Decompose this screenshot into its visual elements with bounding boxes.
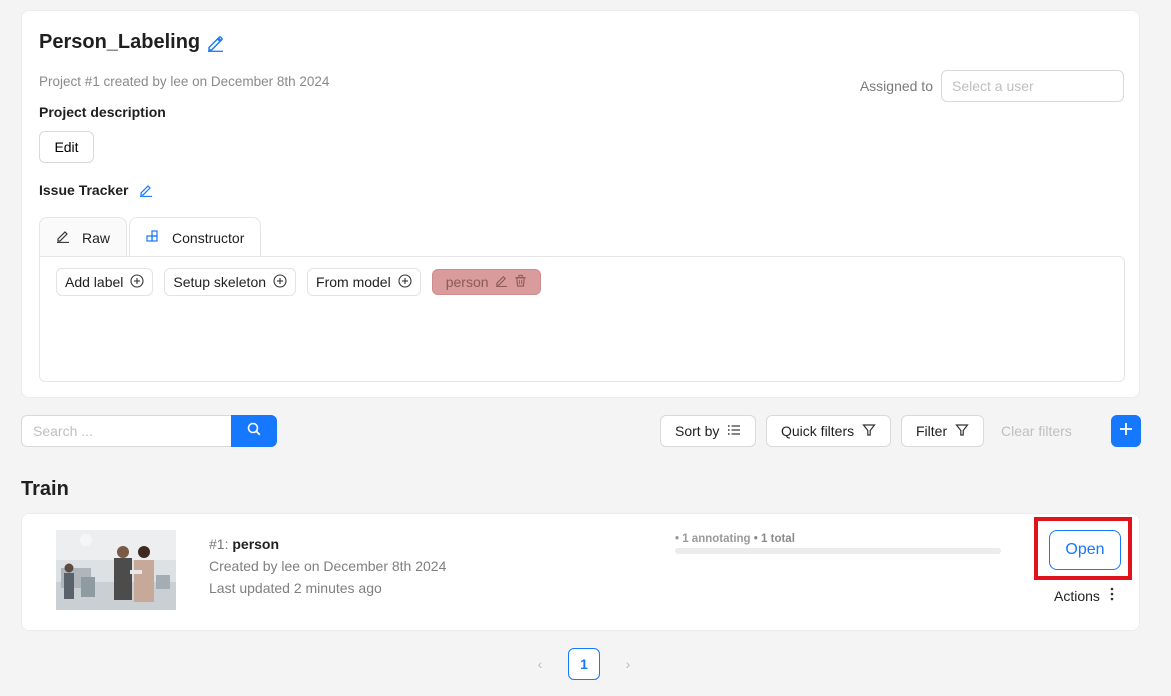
constructor-icon [146,229,160,246]
task-updated: Last updated 2 minutes ago [209,580,382,596]
task-toolbar: Search ... Sort by Quick filters Filter … [21,415,1141,447]
quick-filters-button[interactable]: Quick filters [766,415,892,447]
task-name[interactable]: person [232,536,279,552]
sort-by-label: Sort by [675,423,720,439]
more-vertical-icon [1110,587,1114,604]
task-info: #1: person Created by lee on December 8t… [209,533,446,599]
tab-raw[interactable]: Raw [39,217,128,257]
delete-label-icon[interactable] [514,274,527,290]
edit-title-icon[interactable] [206,34,224,52]
task-created: Created by lee on December 8th 2024 [209,558,447,574]
label-chip-person[interactable]: person [431,269,541,295]
plus-circle-icon [398,273,412,291]
sort-list-icon [727,423,741,440]
quick-filters-label: Quick filters [781,423,855,439]
label-chip-name: person [445,274,489,290]
search-button[interactable] [231,415,277,447]
tab-raw-label: Raw [82,229,111,246]
sort-by-button[interactable]: Sort by [660,415,757,447]
setup-skeleton-button[interactable]: Setup skeleton [164,268,297,296]
plus-circle-icon [273,273,287,291]
edit-issue-tracker-icon[interactable] [139,183,153,197]
from-model-button[interactable]: From model [307,268,421,296]
setup-skeleton-text: Setup skeleton [173,274,267,290]
project-card: Person_Labeling Project #1 created by le… [21,10,1140,398]
pagination: ‹ 1 › [531,648,637,680]
assignee-select[interactable]: Select a user [941,70,1124,102]
constructor-actions: Add label Setup skeleton From model pers… [56,268,541,296]
task-progress: • 1 annotating • 1 total [675,533,1001,554]
filter-icon [862,423,876,440]
total-count: • 1 total [753,533,795,545]
search-group: Search ... [21,415,277,447]
edit-description-button[interactable]: Edit [39,131,94,163]
add-label-button[interactable]: Add label [56,268,154,296]
clear-filters-link[interactable]: Clear filters [1001,423,1072,439]
actions-menu[interactable]: Actions [1054,587,1114,604]
assignee-row: Assigned to Select a user [860,70,1124,102]
project-title-row: Person_Labeling [39,31,224,54]
issue-tracker-row: Issue Tracker [39,182,153,198]
assigned-label: Assigned to [859,78,933,94]
project-title: Person_Labeling [39,31,201,53]
progress-bar [675,548,1001,554]
section-title: Train [21,478,69,500]
pencil-icon [56,229,70,246]
edit-label-icon[interactable] [495,274,508,290]
issue-tracker-label: Issue Tracker [39,182,129,198]
task-title-line: #1: person [209,533,446,555]
next-page-icon[interactable]: › [619,656,637,672]
add-task-button[interactable] [1111,415,1141,447]
plus-icon [1118,421,1134,442]
task-thumbnail[interactable] [56,530,176,610]
open-task-button[interactable]: Open [1049,530,1121,570]
progress-text: • 1 annotating • 1 total [675,533,1001,545]
plus-circle-icon [130,273,144,291]
task-id: #1: [209,536,229,552]
search-icon [247,422,261,441]
label-tabs: Raw Constructor [39,217,262,257]
task-card: #1: person Created by lee on December 8t… [21,513,1140,631]
annotating-count: • 1 annotating [675,533,751,545]
constructor-panel: Add label Setup skeleton From model pers… [39,256,1125,382]
filter-icon [955,423,969,440]
add-label-text: Add label [65,274,124,290]
filter-label: Filter [916,423,948,439]
page-number[interactable]: 1 [568,648,600,680]
actions-label: Actions [1054,587,1100,604]
tab-constructor[interactable]: Constructor [129,217,262,257]
description-label: Project description [39,104,166,120]
from-model-text: From model [316,274,391,290]
prev-page-icon[interactable]: ‹ [531,656,549,672]
filter-button[interactable]: Filter [901,415,985,447]
search-input[interactable]: Search ... [21,415,231,447]
project-meta: Project #1 created by lee on December 8t… [39,74,330,89]
tab-constructor-label: Constructor [172,229,245,246]
